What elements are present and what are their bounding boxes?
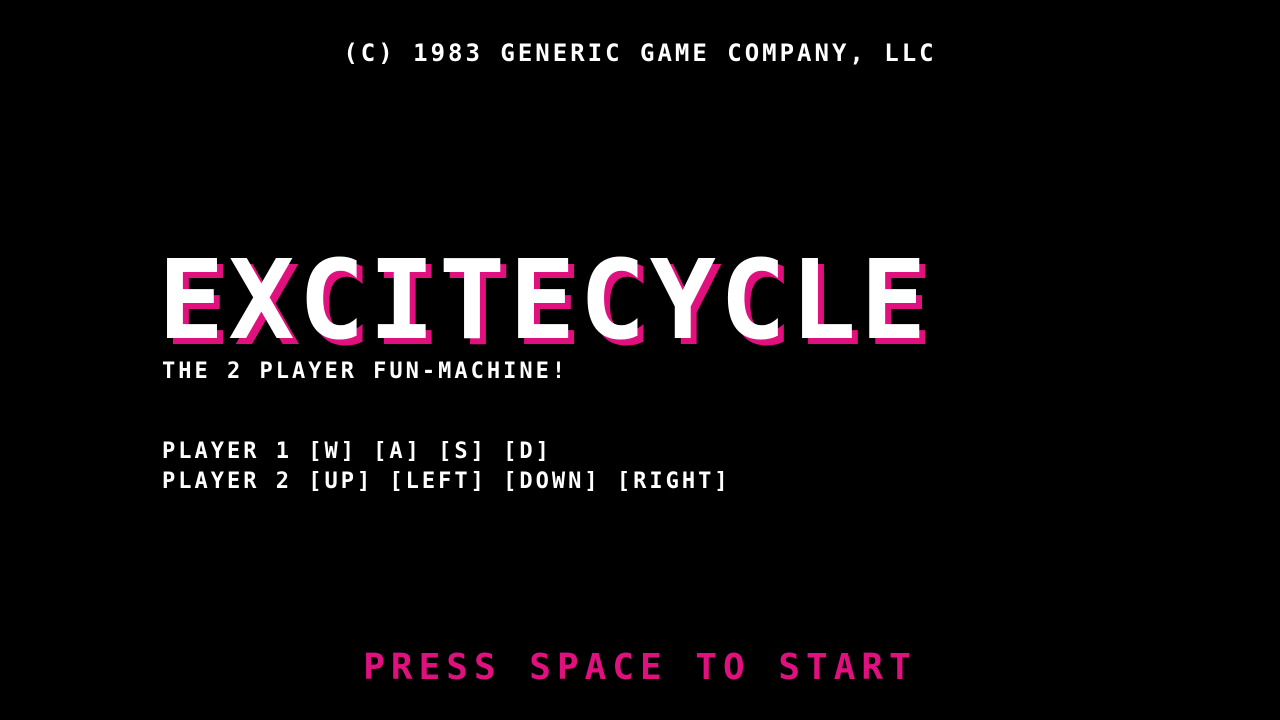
player-2-controls: PLAYER 2 [UP] [LEFT] [DOWN] [RIGHT] (162, 469, 731, 494)
game-title: EXCITECYCLE (158, 236, 931, 364)
player-1-controls: PLAYER 1 [W] [A] [S] [D] (162, 439, 552, 464)
game-subtitle: THE 2 PLAYER FUN-MACHINE! (162, 359, 569, 384)
controls-list: PLAYER 1 [W] [A] [S] [D] PLAYER 2 [UP] [… (162, 437, 731, 497)
copyright-notice: (C) 1983 GENERIC GAME COMPANY, LLC (343, 39, 937, 67)
press-start-prompt[interactable]: PRESS SPACE TO START (0, 648, 1280, 688)
